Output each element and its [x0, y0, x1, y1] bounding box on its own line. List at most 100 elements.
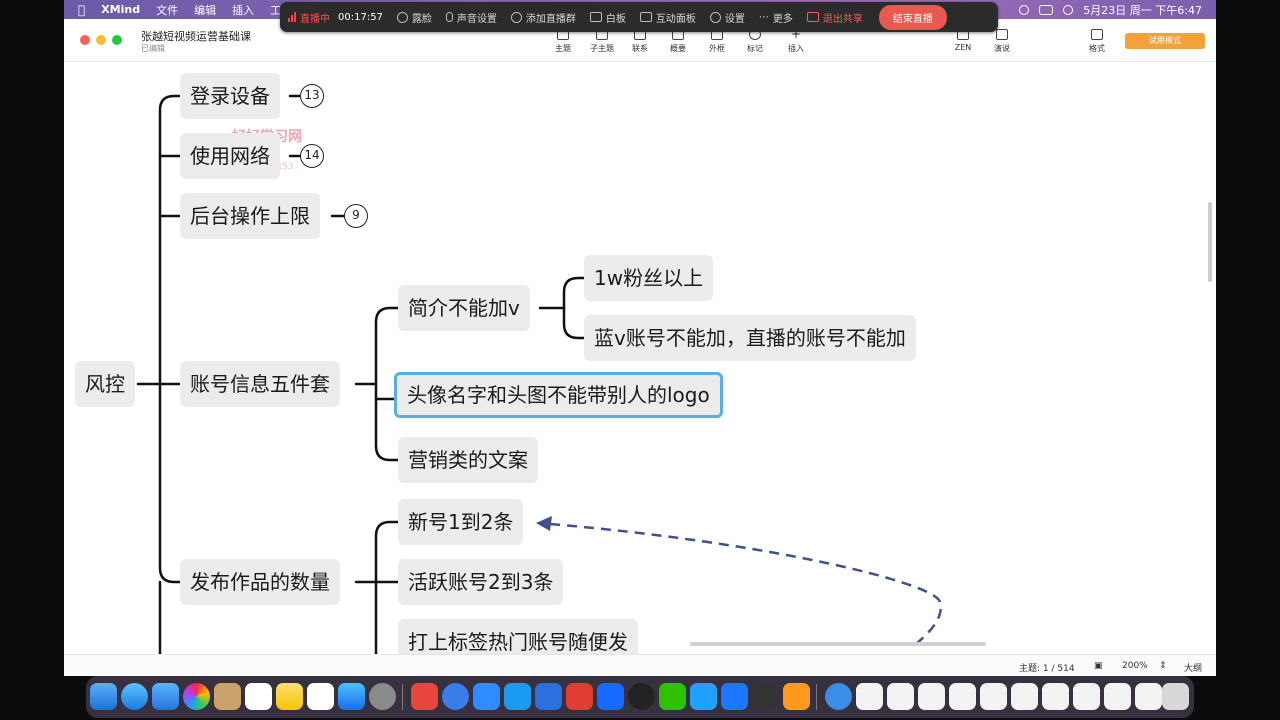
siri-icon[interactable]	[1063, 4, 1074, 15]
zoom-level[interactable]: 200%	[1122, 661, 1148, 671]
system-settings-icon[interactable]	[369, 683, 396, 710]
exit-icon	[806, 12, 819, 22]
audio-settings-button[interactable]: 声音设置	[445, 10, 497, 25]
end-live-button[interactable]: 结束直播	[878, 4, 947, 30]
toolbar-topic-label: 主题	[555, 44, 571, 53]
topic-profile-five-set[interactable]: 账号信息五件套	[180, 361, 340, 407]
cloud-drive-icon[interactable]	[504, 683, 531, 710]
menu-edit[interactable]: 编辑	[194, 2, 216, 18]
face-cam-button[interactable]: 露脸	[396, 10, 432, 25]
window-thumbnail-icon[interactable]	[980, 683, 1007, 710]
live-stream-bar: 直播中 00:17:57 露脸 声音设置 添加直播群 白板 互动面板 设置 ⋯ 更…	[280, 2, 998, 32]
horizontal-scrollbar[interactable]	[690, 642, 986, 646]
trash-icon[interactable]	[1162, 683, 1189, 710]
dingtalk-icon[interactable]	[721, 683, 748, 710]
topic-count-badge: 13	[300, 84, 324, 108]
app-menu[interactable]: XMind	[101, 3, 140, 16]
add-live-group-button[interactable]: 添加直播群	[510, 10, 576, 25]
topic-10k-fans[interactable]: 1w粉丝以上	[584, 255, 714, 301]
topic-bio-no-v[interactable]: 简介不能加v	[398, 285, 530, 331]
topic-posting-count[interactable]: 发布作品的数量	[180, 559, 340, 605]
window-thumbnail-icon[interactable]	[1104, 683, 1131, 710]
toolbar-topic-button[interactable]: 主题	[546, 29, 580, 54]
whiteboard-button[interactable]: 白板	[589, 10, 626, 25]
freeform-icon[interactable]	[307, 683, 334, 710]
pitch-mode-button[interactable]: 演说	[985, 29, 1019, 54]
more-button[interactable]: ⋯ 更多	[759, 10, 793, 25]
wework-icon[interactable]	[690, 683, 717, 710]
window-thumbnail-icon[interactable]	[949, 683, 976, 710]
window-thumbnail-icon[interactable]	[887, 683, 914, 710]
close-window-button[interactable]	[80, 35, 90, 45]
menu-file[interactable]: 文件	[156, 2, 178, 18]
format-panel-button[interactable]: 格式	[1080, 29, 1114, 54]
interaction-panel-button[interactable]: 互动面板	[639, 10, 696, 25]
zen-mode-button[interactable]: ZEN	[946, 29, 980, 52]
outline-button[interactable]: 大纲	[1184, 661, 1202, 674]
window-thumbnail-icon[interactable]	[1135, 683, 1162, 710]
wechat-icon[interactable]	[659, 683, 686, 710]
mail-icon[interactable]	[152, 683, 179, 710]
map-view-icon[interactable]: ▣	[1094, 661, 1103, 671]
search-icon[interactable]	[1019, 4, 1030, 15]
downloads-icon[interactable]	[825, 683, 852, 710]
window-thumbnail-icon[interactable]	[856, 683, 883, 710]
tencent-meeting-icon[interactable]	[473, 683, 500, 710]
toolbar-marker-label: 标记	[747, 44, 763, 53]
topic-backend-limit[interactable]: 后台操作上限	[180, 193, 320, 239]
quicktime-icon[interactable]	[752, 683, 779, 710]
settings-label: 设置	[724, 13, 745, 25]
app-store-icon[interactable]	[338, 683, 365, 710]
toolbar-relationship-button[interactable]: 联系	[623, 29, 657, 54]
toolbar-boundary-button[interactable]: 外框	[700, 29, 734, 54]
live-status: 直播中	[288, 10, 330, 25]
topic-blue-v-no-add[interactable]: 蓝v账号不能加，直播的账号不能加	[584, 315, 916, 361]
qq-icon[interactable]	[628, 683, 655, 710]
toolbar-insert-label: 插入	[788, 44, 804, 53]
window-thumbnail-icon[interactable]	[918, 683, 945, 710]
settings-button[interactable]: 设置	[709, 10, 745, 25]
topic-new-account-posts[interactable]: 新号1到2条	[398, 499, 524, 545]
wps-icon[interactable]	[566, 683, 593, 710]
whiteboard-label: 白板	[605, 13, 626, 25]
zoom-window-button[interactable]	[112, 35, 122, 45]
window-thumbnail-icon[interactable]	[1011, 683, 1038, 710]
vertical-scrollbar[interactable]	[1208, 202, 1212, 282]
keynote-icon[interactable]	[442, 683, 469, 710]
notes-icon[interactable]	[276, 683, 303, 710]
apple-icon[interactable]: 	[78, 3, 85, 17]
topic-marketing-copy[interactable]: 营销类的文案	[398, 437, 538, 483]
feishu-icon[interactable]	[535, 683, 562, 710]
menubar-clock[interactable]: 5月23日 周一 下午6:47	[1083, 2, 1202, 18]
root-topic[interactable]: 风控	[75, 361, 135, 407]
sound-wave-icon[interactable]	[597, 683, 624, 710]
topic-active-account-posts[interactable]: 活跃账号2到3条	[398, 559, 564, 605]
control-center-icon[interactable]	[1039, 4, 1054, 15]
topic-avatar-no-logo[interactable]: 头像名字和头图不能带别人的logo	[394, 372, 723, 418]
recorder-icon[interactable]	[783, 683, 810, 710]
finder-icon[interactable]	[90, 683, 117, 710]
photos-icon[interactable]	[183, 683, 210, 710]
menu-insert[interactable]: 插入	[232, 2, 254, 18]
toolbar-insert-button[interactable]: + 插入	[779, 28, 813, 54]
mindmap-canvas[interactable]: 好好学习网 更多一手课程微信53 风控 登录设备 13 使用网络 14 后台操作…	[64, 62, 1216, 654]
topic-login-device[interactable]: 登录设备	[180, 73, 280, 119]
toolbar-subtopic-button[interactable]: 子主题	[585, 29, 619, 54]
toolbar-summary-button[interactable]: 概要	[661, 29, 695, 54]
safari-icon[interactable]	[121, 683, 148, 710]
zoom-stepper-icon[interactable]: ⇕	[1159, 661, 1167, 671]
topic-tagged-posts[interactable]: 打上标签热门账号随便发	[398, 619, 638, 654]
topic-count-badge: 14	[300, 144, 324, 168]
contacts-icon[interactable]	[214, 683, 241, 710]
topic-network[interactable]: 使用网络	[180, 133, 280, 179]
document-status: 已编辑	[141, 44, 165, 53]
toolbar-marker-button[interactable]: 标记	[738, 29, 772, 54]
exit-share-button[interactable]: 退出共享	[806, 10, 863, 25]
minimize-window-button[interactable]	[96, 35, 106, 45]
audio-settings-label: 声音设置	[456, 13, 497, 25]
reminders-icon[interactable]	[245, 683, 272, 710]
window-thumbnail-icon[interactable]	[1073, 683, 1100, 710]
trial-mode-button[interactable]: 试用模式	[1125, 33, 1205, 49]
window-thumbnail-icon[interactable]	[1042, 683, 1069, 710]
xmind-icon[interactable]	[411, 683, 438, 710]
